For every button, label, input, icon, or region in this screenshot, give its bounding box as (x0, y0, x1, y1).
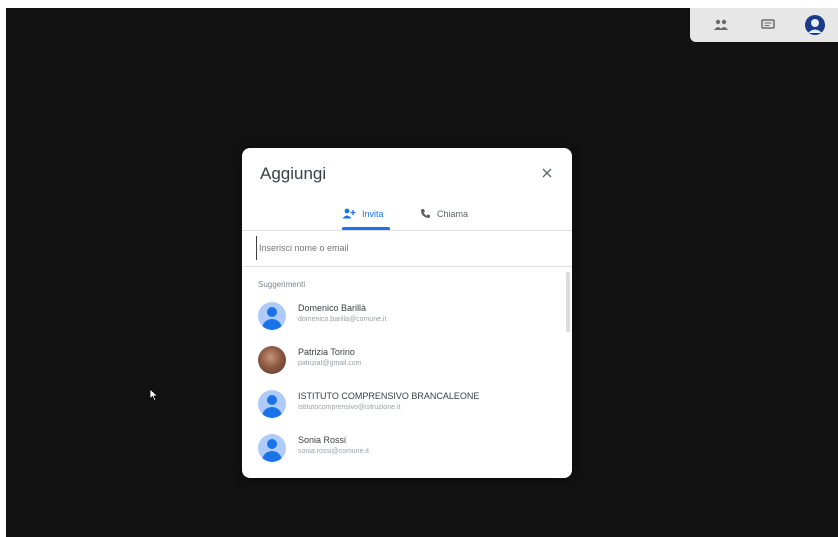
close-icon[interactable] (536, 162, 558, 184)
tab-invite-label: Invita (362, 209, 384, 219)
contact-email: domenico.barilla@comune.it (298, 316, 387, 323)
avatar (258, 434, 286, 462)
contact-name: Patrizia Torino (298, 347, 355, 357)
contact-email: sonia.rossi@comune.it (298, 448, 369, 455)
tab-call-label: Chiama (437, 209, 469, 219)
meeting-stage: Aggiungi Invita Chiama Inserisci nome o … (6, 8, 838, 537)
search-input[interactable] (256, 236, 559, 260)
phone-icon (420, 208, 431, 221)
suggestions-list: Domenico Barillà domenico.barilla@comune… (242, 294, 572, 478)
list-item[interactable]: Patrizia Torino patriziat@gmail.com (242, 338, 572, 382)
chat-icon[interactable] (754, 11, 782, 39)
avatar (258, 346, 286, 374)
contact-email: istitutocomprensivo@istruzione.it (298, 404, 401, 411)
person-add-icon (342, 208, 356, 221)
tab-invite[interactable]: Invita (342, 200, 392, 228)
dialog-tabs: Invita Chiama (242, 200, 572, 230)
top-toolbar (690, 8, 838, 42)
avatar (258, 390, 286, 418)
avatar (258, 302, 286, 330)
contact-name: Sonia Rossi (298, 435, 347, 445)
list-item[interactable]: Domenico Barillà domenico.barilla@comune… (242, 294, 572, 338)
mouse-cursor-icon (149, 388, 159, 407)
contact-name: ISTITUTO COMPRENSIVO BRANCALEONE (298, 391, 480, 401)
people-icon[interactable] (707, 11, 735, 39)
list-item[interactable] (242, 470, 572, 478)
contact-email: patriziat@gmail.com (298, 360, 362, 367)
contact-name: Domenico Barillà (298, 303, 367, 313)
tabs-divider (242, 230, 572, 231)
account-avatar-icon[interactable] (801, 11, 829, 39)
suggestions-label: Suggerimenti (258, 280, 306, 289)
add-people-dialog: Aggiungi Invita Chiama Inserisci nome o … (242, 148, 572, 478)
scrollbar[interactable] (566, 272, 570, 332)
list-item[interactable]: Sonia Rossi sonia.rossi@comune.it (242, 426, 572, 470)
search-divider (242, 266, 572, 267)
dialog-title: Aggiungi (260, 164, 327, 183)
tab-call[interactable]: Chiama (420, 200, 480, 228)
list-item[interactable]: ISTITUTO COMPRENSIVO BRANCALEONE istitut… (242, 382, 572, 426)
